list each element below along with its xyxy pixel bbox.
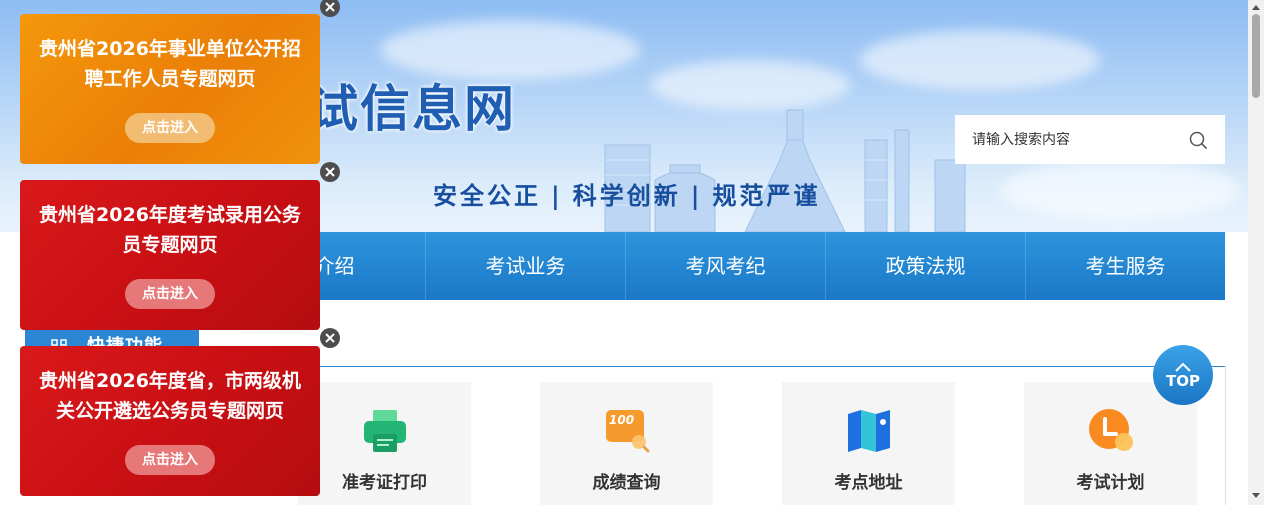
popup-close-icon[interactable] xyxy=(320,162,340,182)
page-scrollbar[interactable] xyxy=(1248,0,1264,505)
quick-card-score-query[interactable]: 100 成绩查询 xyxy=(540,382,713,505)
popup-enter-button[interactable]: 点击进入 xyxy=(125,445,215,475)
nav-item-policies[interactable]: 政策法规 xyxy=(825,232,1025,300)
slogan-part-3: 规范严谨 xyxy=(712,181,821,210)
content-border xyxy=(1225,366,1226,505)
search-box xyxy=(955,115,1225,164)
site-slogan: 安全公正 | 科学创新 | 规范严谨 xyxy=(433,176,820,211)
popup-2026-selection-transfer[interactable]: 贵州省2026年度省，市两级机关公开遴选公务员专题网页 点击进入 xyxy=(20,346,320,496)
scrollbar-thumb[interactable] xyxy=(1252,14,1260,98)
score-search-icon: 100 xyxy=(604,408,650,454)
quick-card-label: 准考证打印 xyxy=(342,473,427,493)
nav-item-exam-discipline[interactable]: 考风考纪 xyxy=(625,232,825,300)
popup-title: 贵州省2026年度考试录用公务员专题网页 xyxy=(39,204,301,256)
scroll-up-arrow-icon[interactable] xyxy=(1252,5,1260,10)
score-100-label: 100 xyxy=(609,413,635,427)
site-title: 试信息网 xyxy=(308,79,516,138)
slogan-part-2: 科学创新 xyxy=(572,181,681,210)
back-to-top-button[interactable]: TOP xyxy=(1153,345,1213,405)
nav-item-exam-business[interactable]: 考试业务 xyxy=(425,232,625,300)
slogan-separator: | xyxy=(690,181,703,210)
quick-card-label: 考点地址 xyxy=(834,473,903,493)
slogan-separator: | xyxy=(551,181,563,210)
popup-2026-institution-recruitment[interactable]: 贵州省2026年事业单位公开招聘工作人员专题网页 点击进入 xyxy=(20,14,320,164)
quick-card-exam-location[interactable]: 考点地址 xyxy=(782,382,955,505)
back-to-top-label: TOP xyxy=(1166,372,1200,390)
quick-card-admission-print[interactable]: 准考证打印 xyxy=(298,382,471,505)
popup-enter-button[interactable]: 点击进入 xyxy=(125,113,215,143)
popup-title: 贵州省2026年事业单位公开招聘工作人员专题网页 xyxy=(39,38,301,90)
popup-enter-button[interactable]: 点击进入 xyxy=(125,279,215,309)
map-icon xyxy=(846,408,892,454)
printer-icon xyxy=(362,408,408,454)
popup-close-icon[interactable] xyxy=(320,328,340,348)
quick-card-label: 考试计划 xyxy=(1076,473,1145,493)
city-skyline-graphic xyxy=(604,109,966,232)
quick-card-label: 成绩查询 xyxy=(592,473,661,493)
nav-item-candidate-services[interactable]: 考生服务 xyxy=(1025,232,1225,300)
popup-title: 贵州省2026年度省，市两级机关公开遴选公务员专题网页 xyxy=(39,370,301,422)
clock-icon xyxy=(1088,408,1134,454)
scroll-down-arrow-icon[interactable] xyxy=(1252,493,1260,498)
slogan-part-1: 安全公正 xyxy=(433,181,541,210)
search-input[interactable] xyxy=(955,115,1177,164)
search-icon[interactable] xyxy=(1185,127,1211,153)
popup-2026-civil-servant-exam[interactable]: 贵州省2026年度考试录用公务员专题网页 点击进入 xyxy=(20,180,320,330)
